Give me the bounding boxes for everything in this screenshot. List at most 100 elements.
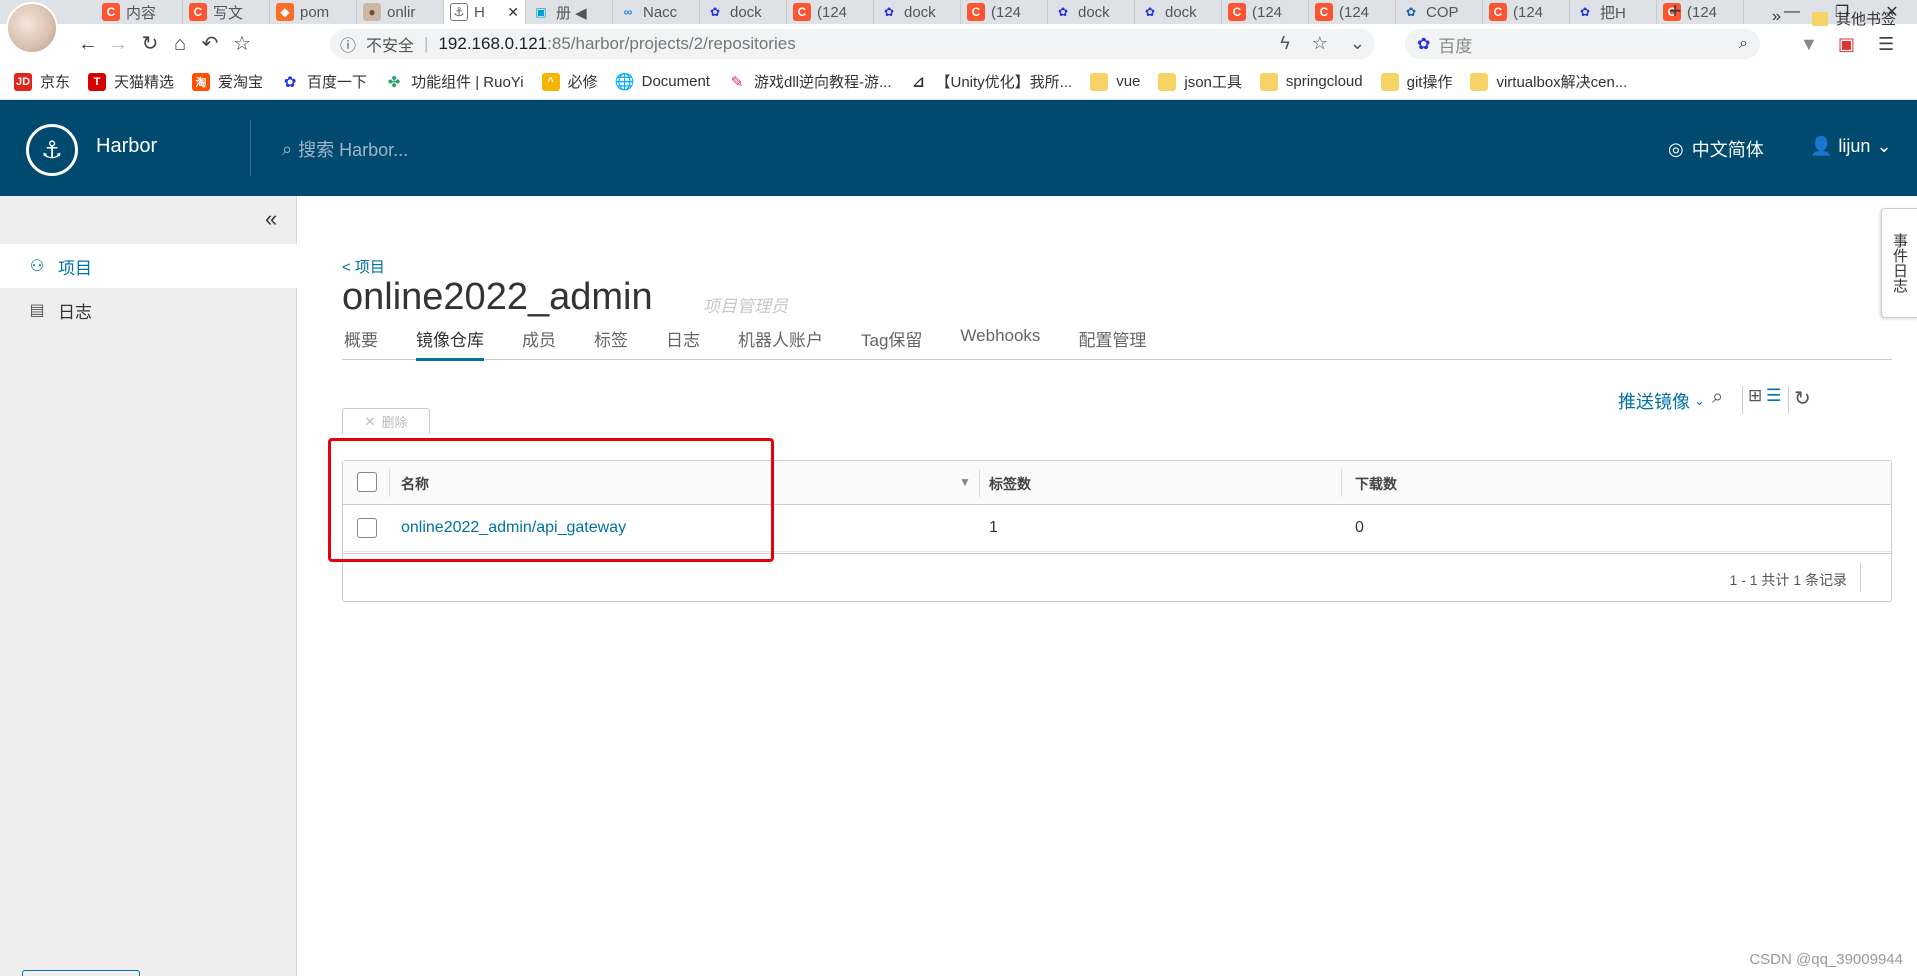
global-search-input[interactable]: 搜索 Harbor... bbox=[298, 136, 408, 162]
bookmark-item[interactable]: ✿ 百度一下 bbox=[281, 71, 367, 92]
global-search[interactable]: ⌕ 搜索 Harbor... bbox=[282, 136, 408, 162]
tab-title: 内容 bbox=[126, 4, 157, 22]
bookmark-item[interactable]: 淘爱淘宝 bbox=[192, 71, 263, 92]
browser-tab[interactable]: C (124 bbox=[1222, 0, 1309, 24]
back-icon[interactable]: ← bbox=[76, 32, 100, 56]
bookmark-item[interactable]: springcloud bbox=[1259, 72, 1363, 91]
profile-avatar[interactable] bbox=[6, 2, 58, 54]
project-tab[interactable]: 机器人账户 bbox=[738, 314, 823, 360]
sidenav-item-logs[interactable]: ▤ 日志 bbox=[0, 288, 297, 332]
bookmark-item[interactable]: vue bbox=[1090, 72, 1140, 91]
browser-tab[interactable]: ✿ COP bbox=[1396, 0, 1483, 24]
project-tab[interactable]: 标签 bbox=[594, 314, 628, 360]
browser-tab[interactable]: C 内容 bbox=[96, 0, 183, 24]
bookmark-label: json工具 bbox=[1184, 74, 1242, 91]
project-tab[interactable]: Webhooks bbox=[960, 314, 1040, 360]
project-tab[interactable]: 配置管理 bbox=[1078, 314, 1146, 360]
menu-icon[interactable]: ☰ bbox=[1878, 34, 1894, 55]
folder-icon bbox=[1158, 72, 1177, 91]
browser-tab[interactable]: C 写文 bbox=[183, 0, 270, 24]
language-label: 中文简体 bbox=[1691, 140, 1764, 160]
bookmark-item[interactable]: 🌐 Document bbox=[615, 73, 710, 91]
project-tab[interactable]: 镜像仓库 bbox=[416, 314, 484, 361]
chevron-down-icon[interactable]: ⌄ bbox=[1350, 33, 1365, 54]
url-field[interactable]: ⓘ 不安全 | 192.168.0.121 :85/harbor/project… bbox=[330, 29, 1375, 59]
refresh-icon[interactable]: ↻ bbox=[1794, 386, 1811, 411]
undo-icon[interactable]: ↶ bbox=[198, 32, 222, 56]
sidebar-bottom-control[interactable] bbox=[22, 970, 140, 976]
browser-tab[interactable]: ✿ dock bbox=[1048, 0, 1135, 24]
brand-name[interactable]: Harbor bbox=[96, 135, 157, 158]
csdn-icon: C bbox=[967, 3, 985, 21]
chevron-down-icon: ⌄ bbox=[1876, 136, 1892, 156]
tab-title: onlir bbox=[387, 3, 416, 21]
language-selector[interactable]: ◎ 中文简体 bbox=[1668, 136, 1764, 162]
bookmark-star-icon[interactable]: ☆ bbox=[230, 32, 254, 56]
bookmark-item[interactable]: ✎ 游戏dll逆向教程-游... bbox=[728, 71, 892, 92]
browser-tab[interactable]: ∞ Nacc bbox=[613, 0, 700, 24]
browser-tab[interactable]: ✿ dock bbox=[700, 0, 787, 24]
bookmark-item[interactable]: JD 京东 bbox=[14, 71, 70, 92]
bookmark-item[interactable]: T 天猫精选 bbox=[88, 71, 174, 92]
browser-tab[interactable]: ✿ dock bbox=[1135, 0, 1222, 24]
bookmark-item[interactable]: ^ 必修 bbox=[541, 71, 598, 92]
browser-tab[interactable]: ⚓ H ✕ bbox=[444, 0, 526, 24]
browser-tab[interactable]: ✿ 把H bbox=[1570, 0, 1657, 24]
extension-filter-icon[interactable]: ▼ bbox=[1800, 34, 1818, 55]
projects-icon: ⚇ bbox=[29, 258, 45, 275]
browser-tab[interactable]: C (124 bbox=[787, 0, 874, 24]
browser-tab[interactable]: C (124 bbox=[1309, 0, 1396, 24]
lightning-icon[interactable]: ϟ bbox=[1280, 33, 1290, 54]
bookmarks-bar: JD 京东 T 天猫精选淘爱淘宝 ✿ 百度一下 ✤ 功能组件 | RuoYi ^ 必修 🌐 Docum… bbox=[0, 64, 1917, 100]
harbor-icon: ⚓ bbox=[450, 3, 468, 21]
search-engine-box[interactable]: ✿ 百度 ⌕ bbox=[1405, 29, 1760, 59]
bookmark-item[interactable]: ⊿ 【Unity优化】我所... bbox=[910, 71, 1072, 92]
column-header-tags[interactable]: 标签数 bbox=[989, 474, 1031, 494]
home-icon[interactable]: ⌂ bbox=[168, 32, 192, 56]
search-icon[interactable]: ⌕ bbox=[1739, 35, 1748, 53]
other-bookmarks[interactable]: 其他书签 bbox=[1812, 8, 1896, 29]
column-separator[interactable] bbox=[1341, 469, 1342, 497]
project-tab[interactable]: 日志 bbox=[666, 314, 700, 360]
ruoyi-icon: ✤ bbox=[387, 73, 401, 91]
close-tab-icon[interactable]: ✕ bbox=[507, 4, 519, 21]
toolbar-divider bbox=[1742, 386, 1743, 414]
user-menu[interactable]: 👤 lijun ⌄ bbox=[1810, 136, 1892, 157]
pdf-extension-icon[interactable]: ▣ bbox=[1838, 34, 1855, 55]
browser-tab[interactable]: C (124 bbox=[1483, 0, 1570, 24]
push-image-button[interactable]: 推送镜像 ⌄ bbox=[1618, 388, 1705, 414]
bookmark-item[interactable]: json工具 bbox=[1158, 71, 1242, 92]
browser-tab[interactable]: ● onlir bbox=[357, 0, 444, 24]
grid-view-icon[interactable]: ⊞ bbox=[1748, 386, 1762, 406]
harbor-logo-icon[interactable]: ⚓ bbox=[26, 124, 78, 176]
favorite-star-icon[interactable]: ☆ bbox=[1312, 33, 1328, 54]
project-tab[interactable]: 概要 bbox=[344, 314, 378, 360]
bookmarks-more-icon[interactable]: » bbox=[1772, 8, 1781, 26]
forward-icon[interactable]: → bbox=[106, 32, 130, 56]
project-tab[interactable]: 成员 bbox=[522, 314, 556, 360]
new-tab-button[interactable]: + bbox=[1660, 0, 1690, 24]
game-icon: ✎ bbox=[730, 73, 744, 91]
collapse-sidebar-icon[interactable]: « bbox=[265, 206, 277, 232]
sidenav-item-projects[interactable]: ⚇ 项目 bbox=[0, 244, 297, 288]
browser-tab[interactable]: ✿ dock bbox=[874, 0, 961, 24]
bookmark-item[interactable]: virtualbox解决cen... bbox=[1470, 71, 1627, 92]
filter-icon[interactable]: ▼ bbox=[959, 475, 971, 489]
list-view-icon[interactable]: ☰ bbox=[1766, 386, 1781, 406]
tab-title: pom bbox=[300, 3, 330, 21]
other-bookmarks-label: 其他书签 bbox=[1836, 11, 1897, 28]
browser-tab[interactable]: ▣ 册 ◀ bbox=[526, 0, 613, 24]
column-separator[interactable] bbox=[979, 469, 980, 497]
reload-icon[interactable]: ↻ bbox=[138, 32, 162, 56]
search-icon[interactable]: ⌕ bbox=[1712, 386, 1723, 409]
info-icon[interactable]: ⓘ bbox=[340, 32, 356, 56]
column-header-pulls[interactable]: 下载数 bbox=[1355, 474, 1397, 494]
breadcrumb[interactable]: < 项目 bbox=[342, 256, 385, 277]
browser-tab[interactable]: ◆ pom bbox=[270, 0, 357, 24]
bookmark-item[interactable]: git操作 bbox=[1380, 71, 1452, 92]
project-tab[interactable]: Tag保留 bbox=[861, 314, 922, 360]
event-log-tab[interactable]: 事件日志 bbox=[1881, 208, 1917, 318]
bookmark-item[interactable]: ✤ 功能组件 | RuoYi bbox=[385, 71, 524, 92]
delete-button[interactable]: ✕ 删除 bbox=[342, 408, 430, 434]
browser-tab[interactable]: C (124 bbox=[961, 0, 1048, 24]
